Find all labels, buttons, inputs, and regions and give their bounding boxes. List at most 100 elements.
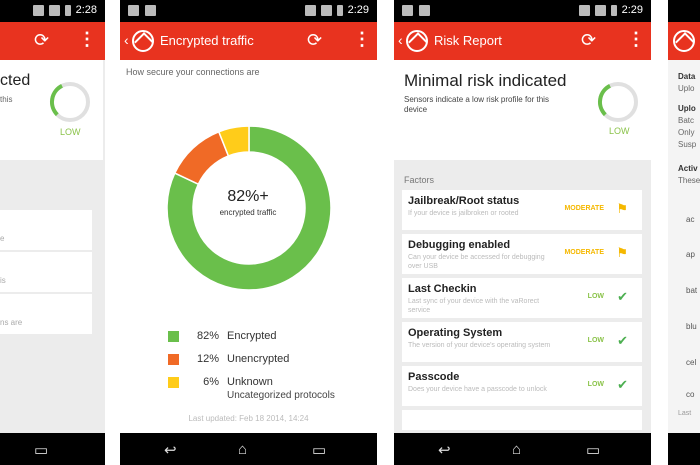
risk-level: LOW	[60, 127, 81, 137]
factor-desc: If your device is jailbroken or rooted	[408, 210, 519, 217]
battery-icon	[610, 4, 617, 16]
refresh-icon[interactable]: ⟳	[307, 30, 322, 51]
battery-icon	[336, 4, 343, 16]
back-nav-icon[interactable]: ↩	[164, 441, 177, 459]
more-menu-icon[interactable]: ⋮	[353, 29, 371, 50]
signal-icon	[594, 4, 606, 16]
screen-overview: 2:28 ⟳ ⋮ cted this LOW e is ns are ▭	[0, 0, 105, 465]
wifi-icon	[304, 4, 316, 16]
summary-card: cted this LOW	[0, 60, 103, 160]
nav-bar: ↩ ⌂ ▭	[394, 433, 651, 465]
list-item[interactable]: is	[0, 252, 92, 292]
risk-heading: Minimal risk indicated	[404, 71, 567, 90]
factor-row-operating-system[interactable]: Operating System The version of your dev…	[402, 322, 642, 362]
factor-name: Jailbreak/Root status	[408, 195, 520, 207]
warning-flag-icon: ⚑	[616, 201, 628, 216]
data-line: Susp	[678, 140, 697, 149]
app-row[interactable]: co	[686, 390, 694, 399]
recent-apps-icon[interactable]: ▭	[586, 441, 600, 459]
factors-label: Factors	[404, 175, 435, 185]
app-row[interactable]: ap	[686, 250, 695, 259]
screen-data-usage: Data Uplo Uplo Batc Only Susp Activ Thes…	[668, 0, 700, 465]
more-menu-icon[interactable]: ⋮	[78, 29, 96, 50]
factor-name: Debugging enabled	[408, 239, 511, 251]
legend-swatch	[168, 331, 179, 342]
recent-apps-icon[interactable]: ▭	[312, 441, 326, 459]
wifi-icon	[578, 4, 590, 16]
status-bar: 2:29	[394, 0, 651, 22]
app-row[interactable]: cel	[686, 358, 696, 367]
factor-desc: Last sync of your device with the vaRore…	[408, 298, 540, 314]
factor-row-debugging[interactable]: Debugging enabled Can your device be acc…	[402, 234, 642, 274]
footer-text: Last	[678, 410, 692, 417]
screen-encrypted-traffic: 2:29 ‹ Encrypted traffic ⟳ ⋮ How secure …	[120, 0, 377, 465]
check-icon: ✔	[617, 333, 628, 348]
data-line: Activ	[678, 164, 698, 173]
legend-text: Unknown Uncategorized protocols	[227, 376, 335, 401]
legend-pct: 82%	[196, 330, 219, 342]
battery-icon	[64, 4, 71, 16]
nav-bar: ▭	[0, 433, 105, 465]
legend-pct: 6%	[203, 376, 219, 388]
clock: 2:28	[75, 4, 97, 16]
clock: 2:29	[347, 4, 369, 16]
factor-row-partial[interactable]	[402, 410, 642, 430]
legend-item-encrypted: 82% Encrypted	[168, 330, 277, 342]
check-icon: ✔	[617, 289, 628, 304]
factor-level: MODERATE	[564, 249, 604, 256]
warning-flag-icon: ⚑	[616, 245, 628, 260]
donut-center-value: 82%+	[227, 188, 269, 205]
status-bar: 2:28	[0, 0, 105, 22]
app-row[interactable]: bat	[686, 286, 697, 295]
factor-level: LOW	[587, 337, 604, 344]
nav-bar	[668, 433, 700, 465]
recent-apps-icon[interactable]: ▭	[34, 441, 48, 459]
data-line: Uplo	[678, 104, 696, 113]
home-nav-icon[interactable]: ⌂	[512, 441, 521, 458]
legend-label: Unknown	[227, 376, 273, 388]
home-nav-icon[interactable]: ⌂	[238, 441, 247, 458]
factor-name: Last Checkin	[408, 283, 477, 295]
nav-bar: ↩ ⌂ ▭	[120, 433, 377, 465]
summary-sub: this	[0, 95, 13, 104]
legend-label: Unencrypted	[227, 353, 290, 365]
factor-row-jailbreak[interactable]: Jailbreak/Root status If your device is …	[402, 190, 642, 230]
legend-pct: 12%	[196, 353, 219, 365]
risk-summary-card: Minimal risk indicated Sensors indicate …	[394, 60, 651, 160]
app-logo-icon[interactable]	[132, 30, 154, 52]
risk-gauge	[597, 82, 638, 122]
app-row[interactable]: ac	[686, 215, 694, 224]
donut-center-label: encrypted traffic	[219, 208, 277, 217]
app-row[interactable]: blu	[686, 322, 697, 331]
risk-level: LOW	[609, 126, 630, 136]
factor-row-last-checkin[interactable]: Last Checkin Last sync of your device wi…	[402, 278, 642, 318]
legend-swatch	[168, 354, 179, 365]
signal-icon	[48, 4, 60, 16]
donut-slice-unencrypted	[173, 130, 230, 186]
risk-description: Sensors indicate a low risk profile for …	[404, 95, 549, 114]
wifi-icon	[32, 4, 44, 16]
list-item[interactable]: e	[0, 210, 92, 250]
more-menu-icon[interactable]: ⋮	[627, 29, 645, 50]
app-logo-icon[interactable]	[406, 30, 428, 52]
legend-sublabel: Uncategorized protocols	[227, 390, 335, 401]
back-nav-icon[interactable]: ↩	[438, 441, 451, 459]
back-icon[interactable]: ‹	[398, 32, 403, 48]
screen-title: Encrypted traffic	[160, 33, 254, 48]
data-line: Only	[678, 128, 695, 137]
factor-row-passcode[interactable]: Passcode Does your device have a passcod…	[402, 366, 642, 406]
status-bar: 2:29	[120, 0, 377, 22]
factor-name: Operating System	[408, 327, 503, 339]
summary-heading: cted	[0, 72, 31, 89]
legend-label: Encrypted	[227, 330, 277, 342]
back-icon[interactable]: ‹	[124, 32, 129, 48]
list-item[interactable]: ns are	[0, 294, 92, 334]
factor-level: MODERATE	[564, 205, 604, 212]
refresh-icon[interactable]: ⟳	[34, 30, 49, 51]
factor-desc: Does your device have a passcode to unlo…	[408, 386, 547, 393]
app-bar	[668, 22, 700, 60]
refresh-icon[interactable]: ⟳	[581, 30, 596, 51]
factor-desc: Can your device be accessed for debuggin…	[408, 254, 545, 270]
app-logo-icon[interactable]	[673, 30, 695, 52]
factor-level: LOW	[587, 381, 604, 388]
